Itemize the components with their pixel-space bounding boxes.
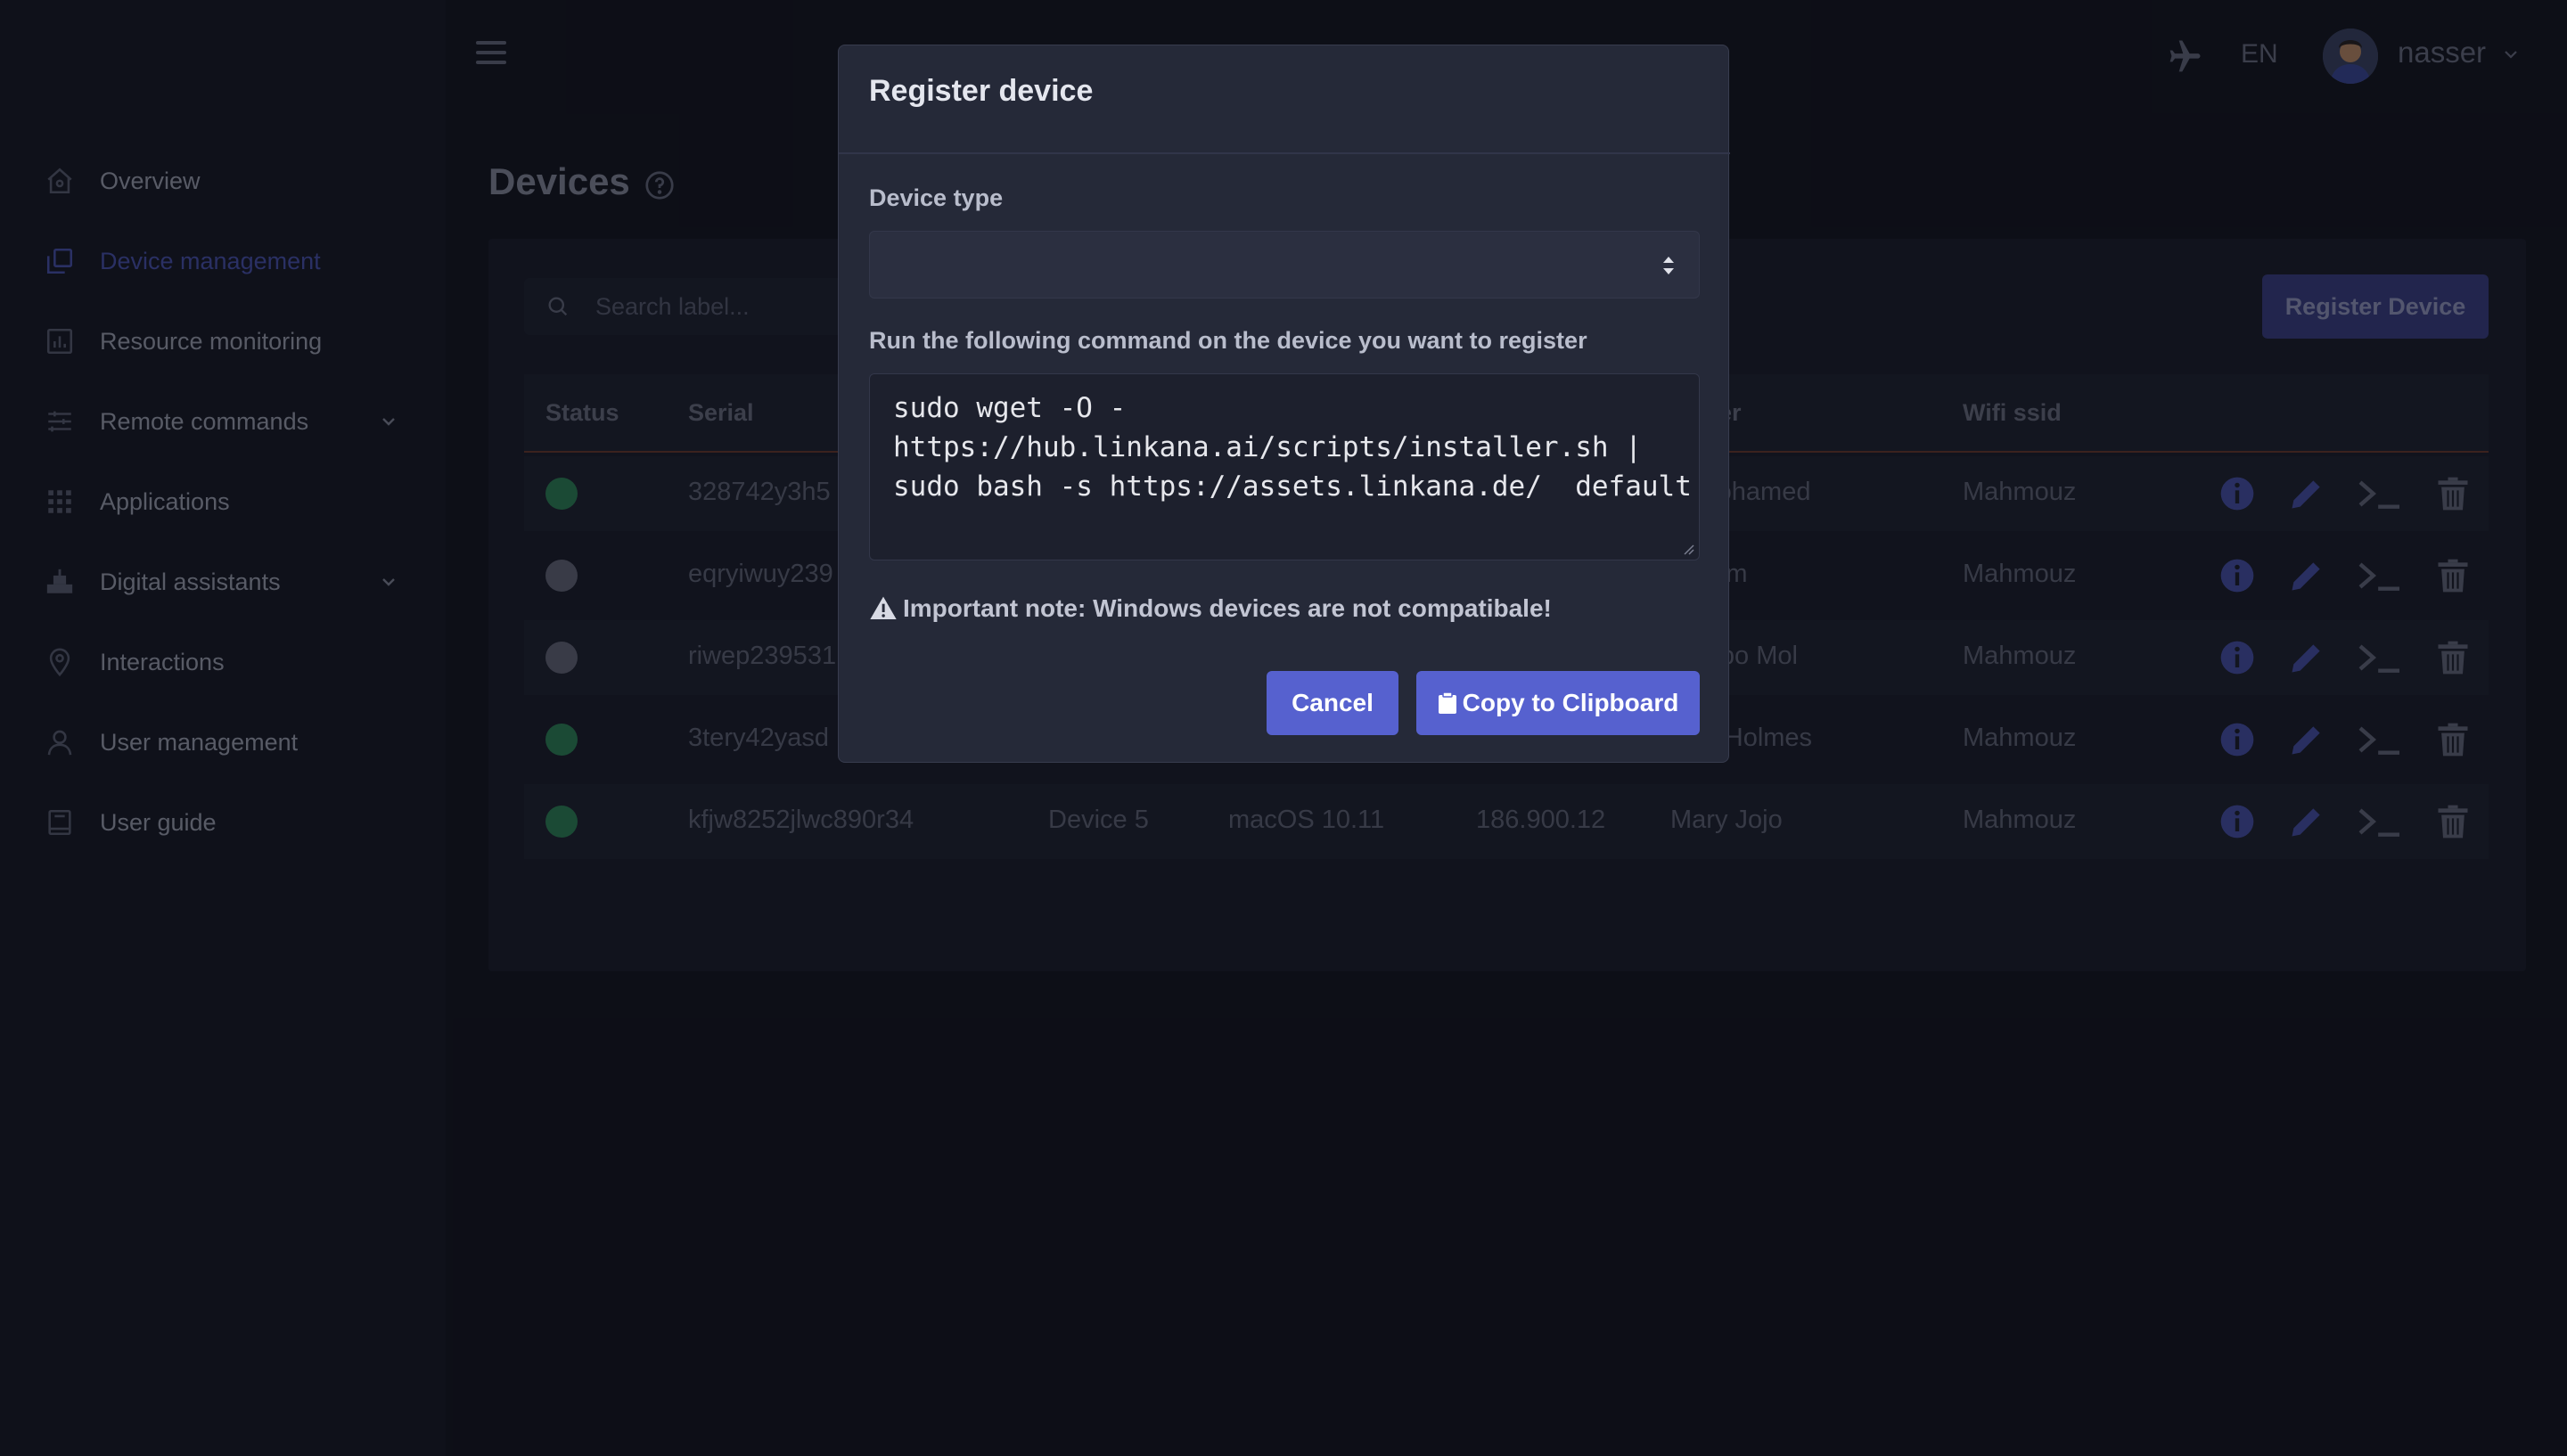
warning-icon bbox=[870, 596, 897, 619]
device-type-select[interactable] bbox=[869, 231, 1700, 299]
modal-divider bbox=[839, 152, 1730, 154]
command-label: Run the following command on the device … bbox=[869, 327, 1587, 354]
command-text: sudo wget -O - https://hub.linkana.ai/sc… bbox=[893, 392, 1692, 503]
select-arrows-icon bbox=[1663, 257, 1674, 274]
modal-title: Register device bbox=[869, 74, 1094, 108]
resize-grip-icon[interactable] bbox=[1681, 542, 1695, 556]
copy-button-label: Copy to Clipboard bbox=[1462, 689, 1679, 716]
cancel-button[interactable]: Cancel bbox=[1267, 671, 1398, 735]
copy-to-clipboard-button[interactable]: Copy to Clipboard bbox=[1416, 671, 1700, 735]
device-type-label: Device type bbox=[869, 184, 1004, 211]
note-text: Important note: Windows devices are not … bbox=[903, 594, 1552, 622]
clipboard-icon bbox=[1438, 691, 1456, 714]
command-textarea[interactable]: sudo wget -O - https://hub.linkana.ai/sc… bbox=[869, 373, 1700, 560]
register-device-modal: Register device Device type Run the foll… bbox=[838, 45, 1730, 763]
compatibility-note: Important note: Windows devices are not … bbox=[869, 594, 1552, 623]
